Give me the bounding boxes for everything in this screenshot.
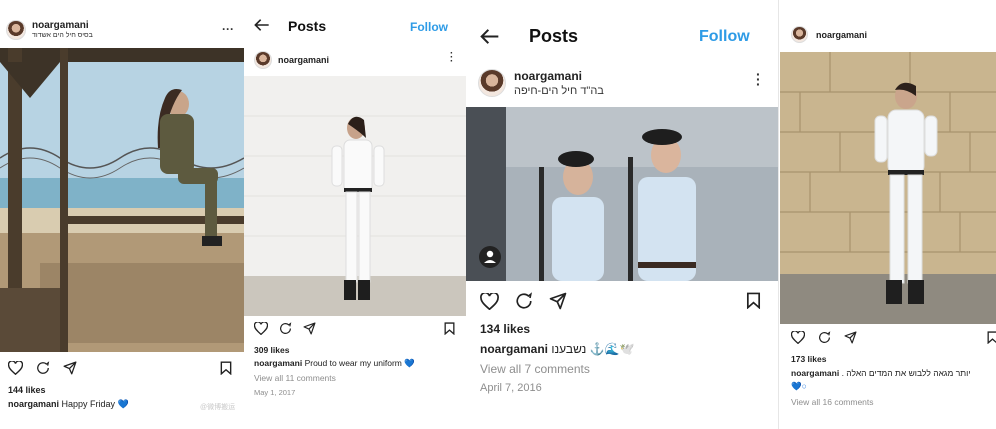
likes-count[interactable]: 309 likes xyxy=(254,345,289,355)
likes-count[interactable]: 134 likes xyxy=(480,322,530,336)
post-caption: noargamani נשבענו ⚓🌊🕊️ xyxy=(480,342,634,356)
post-photo[interactable] xyxy=(244,76,466,316)
post-photo[interactable] xyxy=(466,107,778,281)
bookmark-icon[interactable] xyxy=(987,331,996,349)
post-username[interactable]: noargamani xyxy=(816,30,867,40)
comment-icon[interactable] xyxy=(818,331,831,344)
share-icon[interactable] xyxy=(303,322,316,335)
action-icons xyxy=(480,292,567,310)
action-icons xyxy=(254,322,316,335)
post-photo[interactable] xyxy=(0,48,244,352)
post-panel-4: noargamani 173 likes noargamani יותר מגא… xyxy=(778,0,996,429)
post-username[interactable]: noargamani xyxy=(514,69,582,83)
caption-text: יותר מגאה ללבוש את המדים האלה . xyxy=(841,368,971,378)
comment-icon[interactable] xyxy=(36,361,50,375)
caption-emoji: 💙 xyxy=(117,399,129,409)
back-arrow-icon[interactable] xyxy=(480,28,500,50)
caption-username[interactable]: noargamani xyxy=(8,399,59,409)
watermark: @微博搬运 xyxy=(200,404,236,411)
caption-username[interactable]: noargamani xyxy=(791,368,839,378)
post-location[interactable]: בסיס חיל הים אשדוד xyxy=(32,32,93,39)
bookmark-icon[interactable] xyxy=(220,361,232,380)
post-location[interactable]: בה"ד חיל הים-חיפה xyxy=(514,85,604,97)
post-date: May 1, 2017 xyxy=(254,388,296,397)
caption-text: Happy Friday xyxy=(61,399,116,409)
heart-icon[interactable] xyxy=(480,292,499,310)
likes-count[interactable]: 144 likes xyxy=(8,385,46,395)
post-panel-1: noargamani בסיס חיל הים אשדוד ··· 144 li… xyxy=(0,0,244,429)
page-title: Posts xyxy=(288,18,327,34)
heart-icon[interactable] xyxy=(791,331,805,344)
page-title: Posts xyxy=(529,26,579,46)
back-arrow-icon[interactable] xyxy=(254,18,270,37)
follow-button[interactable]: Follow xyxy=(410,20,448,34)
more-vertical-icon[interactable]: · · · xyxy=(756,67,761,91)
stone-wall-uniform-photo xyxy=(780,52,996,324)
caption-username[interactable]: noargamani xyxy=(254,358,302,368)
white-uniform-photo xyxy=(244,76,466,316)
view-comments-link[interactable]: View all 16 comments xyxy=(791,397,874,407)
bookmark-icon[interactable] xyxy=(746,292,761,314)
post-photo[interactable] xyxy=(780,52,996,324)
post-caption: noargamani יותר מגאה ללבוש את המדים האלה… xyxy=(791,368,971,378)
post-panel-2: Posts Follow noargamani · · · 309 likes … xyxy=(244,0,466,429)
likes-count[interactable]: 173 likes xyxy=(791,354,826,364)
caption-text: Proud to wear my uniform xyxy=(304,358,402,368)
caption-username[interactable]: noargamani xyxy=(480,342,548,356)
caption-emoji: 💙 xyxy=(404,358,415,368)
two-soldiers-photo xyxy=(466,107,778,281)
caption-text: נשבענו ⚓🌊🕊️ xyxy=(551,342,635,356)
heart-icon[interactable] xyxy=(8,361,23,375)
post-caption: noargamani Proud to wear my uniform 💙 xyxy=(254,358,415,369)
caption-line-2: 💙○ xyxy=(791,381,807,391)
post-panel-3: Posts Follow noargamani בה"ד חיל הים-חיפ… xyxy=(466,0,778,429)
follow-button[interactable]: Follow xyxy=(699,28,750,46)
avatar[interactable] xyxy=(791,26,808,43)
avatar[interactable] xyxy=(6,20,26,40)
bookmark-icon[interactable] xyxy=(444,322,455,340)
view-comments-link[interactable]: View all 11 comments xyxy=(254,373,336,383)
heart-icon[interactable] xyxy=(254,322,268,335)
share-icon[interactable] xyxy=(63,361,77,375)
share-icon[interactable] xyxy=(549,292,567,310)
post-caption: noargamani Happy Friday 💙 xyxy=(8,399,129,410)
view-comments-link[interactable]: View all 7 comments xyxy=(480,362,590,376)
action-icons xyxy=(791,331,857,344)
post-username[interactable]: noargamani xyxy=(278,55,329,65)
action-icons xyxy=(8,361,77,375)
post-username[interactable]: noargamani xyxy=(32,20,89,31)
share-icon[interactable] xyxy=(844,331,857,344)
comment-icon[interactable] xyxy=(279,322,292,335)
more-horizontal-icon[interactable]: ··· xyxy=(222,22,234,36)
beach-outpost-photo xyxy=(0,48,244,352)
more-vertical-icon[interactable]: · · · xyxy=(450,49,453,67)
avatar[interactable] xyxy=(478,69,506,97)
post-date: April 7, 2016 xyxy=(480,382,542,394)
avatar[interactable] xyxy=(254,51,272,69)
comment-icon[interactable] xyxy=(515,292,533,310)
